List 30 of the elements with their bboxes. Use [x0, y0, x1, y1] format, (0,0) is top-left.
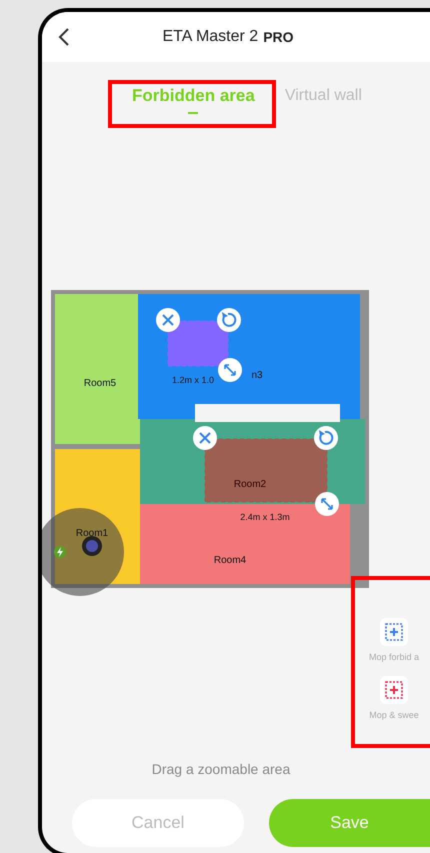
- model-label: PRO: [263, 29, 294, 45]
- room-label: n3: [251, 370, 263, 381]
- room-label: Room1: [76, 528, 108, 539]
- hint-text: Drag a zoomable area: [150, 760, 292, 779]
- room-area[interactable]: [55, 449, 140, 584]
- room-label: Room4: [214, 555, 246, 566]
- zone-tool-button[interactable]: [380, 676, 408, 704]
- robot-icon: [82, 536, 102, 556]
- charger-icon: [54, 546, 66, 558]
- resize-icon[interactable]: [218, 358, 242, 382]
- rotate-icon[interactable]: [314, 426, 338, 450]
- back-icon[interactable]: [58, 27, 70, 47]
- room-label: Room5: [84, 378, 116, 389]
- tool-label: Mop & swee: [369, 710, 419, 720]
- zone-dimensions: 1.2m x 1.0: [172, 375, 214, 385]
- rotate-icon[interactable]: [217, 308, 241, 332]
- zone-dimensions: 2.4m x 1.3m: [240, 512, 290, 522]
- room-label: Room2: [234, 479, 266, 490]
- close-icon[interactable]: [156, 308, 180, 332]
- save-button[interactable]: Save: [269, 799, 430, 847]
- close-icon[interactable]: [193, 426, 217, 450]
- forbidden-zone[interactable]: [168, 320, 228, 366]
- forbidden-zone[interactable]: [204, 438, 328, 502]
- tab[interactable]: Virtual wall: [280, 81, 366, 115]
- tab[interactable]: Forbidden area: [128, 80, 259, 116]
- zone-tool-button[interactable]: [380, 618, 408, 646]
- cancel-button[interactable]: Cancel: [72, 799, 244, 847]
- resize-icon[interactable]: [315, 492, 339, 516]
- device-title: ETA Master 2: [162, 28, 258, 46]
- tool-label: Mop forbid a: [368, 652, 420, 662]
